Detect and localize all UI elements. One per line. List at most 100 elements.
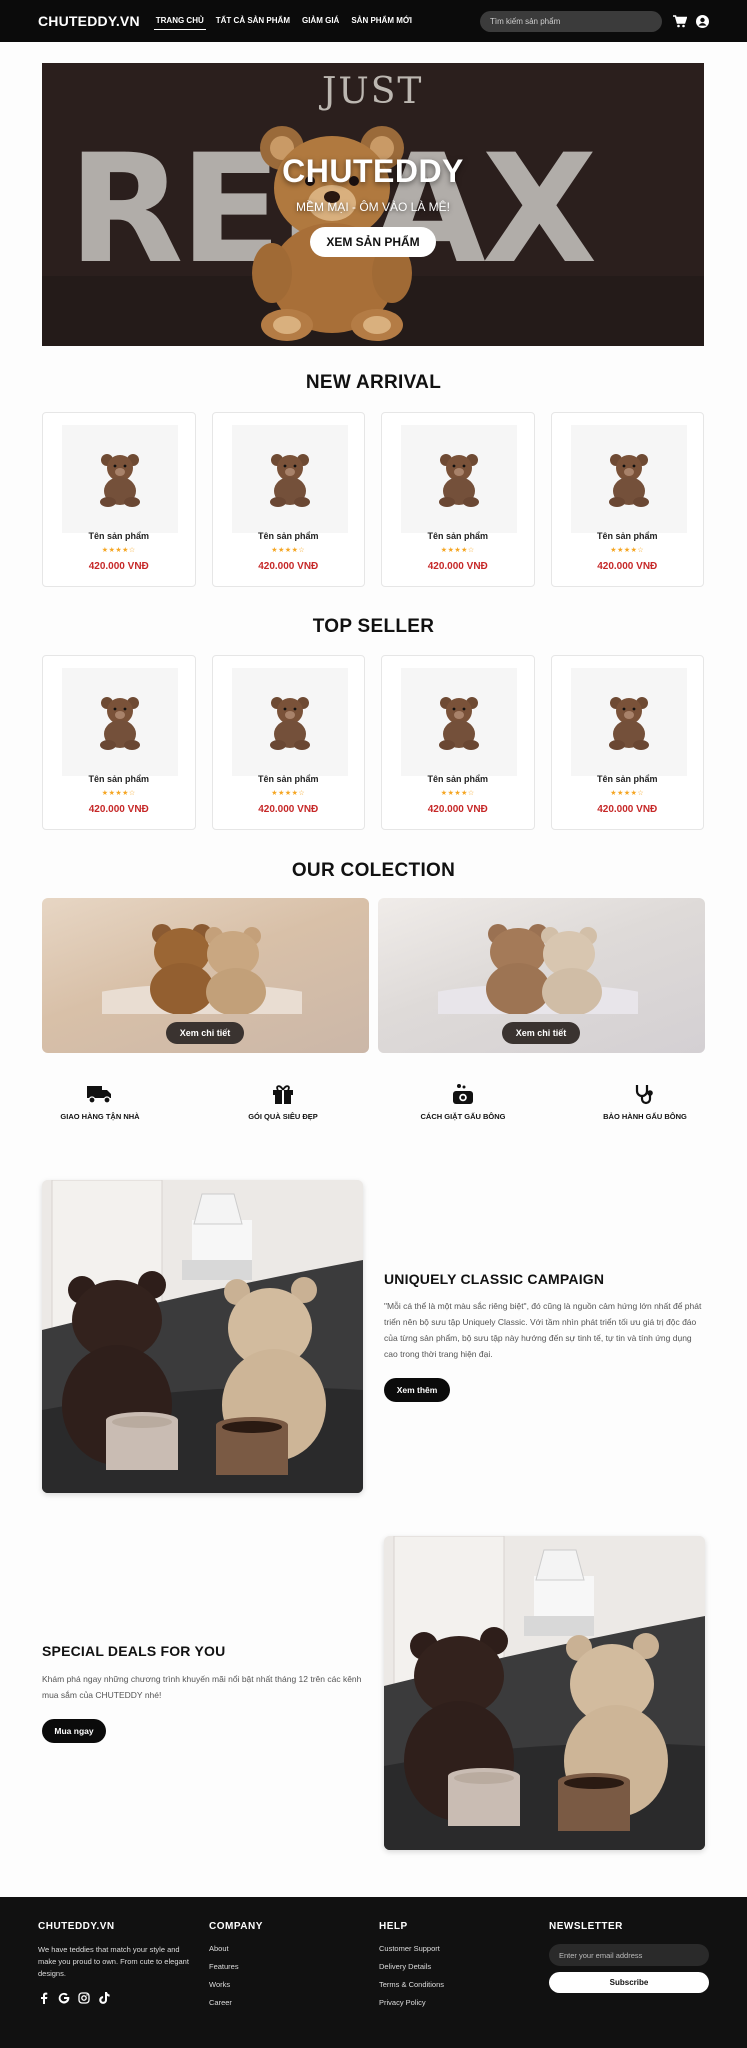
subscribe-button[interactable]: Subscribe [549, 1972, 709, 1993]
new-arrival-grid: Tên sản phẩm ★★★★☆ 420.000 VNĐ Tên sản p… [42, 412, 704, 587]
nav-all-products[interactable]: TẤT CẢ SẢN PHẨM [214, 12, 292, 30]
product-image[interactable] [401, 425, 517, 533]
tiktok-icon[interactable] [98, 1992, 110, 2004]
nav-sale[interactable]: GIẢM GIÁ [300, 12, 341, 30]
feature-gift: GÓI QUÀ SIÊU ĐẸP [228, 1082, 338, 1122]
deals-title: SPECIAL DEALS FOR YOU [42, 1643, 226, 1659]
site-footer: CHUTEDDY.VN We have teddies that match y… [0, 1897, 747, 2048]
user-icon[interactable] [694, 13, 710, 29]
top-seller-title: TOP SELLER [312, 616, 435, 637]
product-price: 420.000 VNĐ [427, 804, 488, 815]
feature-delivery: GIAO HÀNG TẬN NHÀ [45, 1082, 155, 1122]
collection-detail-button[interactable]: Xem chi tiết [502, 1022, 580, 1044]
product-card[interactable]: Tên sản phẩm ★★★★☆ 420.000 VNĐ [42, 655, 196, 830]
stethoscope-icon [632, 1082, 658, 1106]
product-card[interactable]: Tên sản phẩm ★★★★☆ 420.000 VNĐ [42, 412, 196, 587]
search-input[interactable]: Tìm kiếm sản phẩm [480, 11, 662, 32]
product-image[interactable] [570, 668, 687, 776]
footer-description: We have teddies that match your style an… [38, 1945, 189, 1978]
product-rating: ★★★★☆ [101, 790, 136, 797]
cart-icon[interactable] [672, 13, 688, 29]
product-rating: ★★★★☆ [610, 790, 645, 797]
page: CHUTEDDY.VN TRANG CHỦ TẤT CẢ SẢN PHẨM GI… [0, 0, 747, 2048]
footer-link-support[interactable]: Customer Support [379, 1944, 444, 1953]
footer-logo[interactable]: CHUTEDDY.VN [38, 1921, 198, 1932]
feature-warranty: BẢO HÀNH GẤU BÔNG [590, 1082, 700, 1122]
hero-teddy-image [252, 126, 412, 341]
product-rating: ★★★★☆ [271, 547, 306, 554]
product-name[interactable]: Tên sản phẩm [43, 531, 195, 541]
footer-link-about[interactable]: About [209, 1944, 263, 1953]
newsletter-placeholder: Enter your email address [559, 1950, 643, 1960]
footer-link-features[interactable]: Features [209, 1962, 263, 1971]
site-logo[interactable]: CHUTEDDY.VN [38, 13, 140, 29]
product-image[interactable] [231, 425, 348, 533]
main-nav: TRANG CHỦ TẤT CẢ SẢN PHẨM GIẢM GIÁ SẢN P… [153, 12, 414, 30]
feature-label: GIAO HÀNG TẬN NHÀ [60, 1112, 140, 1121]
hero-cta-button[interactable]: XEM SẢN PHẨM [310, 227, 436, 257]
feature-label: CÁCH GIẶT GẤU BÔNG [420, 1112, 506, 1121]
deals-shop-button[interactable]: Mua ngay [42, 1719, 106, 1743]
collection-image [102, 924, 302, 1014]
social-links [38, 1992, 198, 2004]
facebook-icon[interactable] [38, 1992, 50, 2004]
new-arrival-title: NEW ARRIVAL [305, 372, 442, 393]
campaign-title: UNIQUELY CLASSIC CAMPAIGN [384, 1271, 605, 1287]
product-price: 420.000 VNĐ [258, 804, 319, 815]
product-image[interactable] [231, 668, 348, 776]
nav-home[interactable]: TRANG CHỦ [153, 12, 206, 30]
product-name[interactable]: Tên sản phẩm [552, 531, 704, 541]
footer-link-terms[interactable]: Terms & Conditions [379, 1980, 444, 1989]
top-navbar: CHUTEDDY.VN TRANG CHỦ TẤT CẢ SẢN PHẨM GI… [0, 0, 747, 42]
product-price: 420.000 VNĐ [88, 561, 149, 572]
product-image[interactable] [570, 425, 687, 533]
instagram-icon[interactable] [78, 1992, 90, 2004]
product-price: 420.000 VNĐ [427, 561, 488, 572]
product-name[interactable]: Tên sản phẩm [43, 774, 195, 784]
collection-card[interactable]: Xem chi tiết [378, 898, 705, 1053]
product-card[interactable]: Tên sản phẩm ★★★★☆ 420.000 VNĐ [381, 655, 535, 830]
deals-body: Khám phá ngay những chương trình khuyến … [42, 1674, 362, 1700]
truck-icon [87, 1082, 113, 1106]
product-image[interactable] [401, 668, 517, 776]
product-price: 420.000 VNĐ [258, 561, 319, 572]
product-price: 420.000 VNĐ [597, 804, 658, 815]
footer-newsletter-title: NEWSLETTER [549, 1921, 623, 1932]
product-rating: ★★★★☆ [271, 790, 306, 797]
feature-label: BẢO HÀNH GẤU BÔNG [603, 1112, 687, 1121]
product-name[interactable]: Tên sản phẩm [213, 774, 365, 784]
feature-washing: CÁCH GIẶT GẤU BÔNG [408, 1082, 518, 1122]
nav-new-products[interactable]: SẢN PHẨM MỚI [349, 12, 414, 30]
footer-link-delivery[interactable]: Delivery Details [379, 1962, 444, 1971]
product-name[interactable]: Tên sản phẩm [552, 774, 704, 784]
product-card[interactable]: Tên sản phẩm ★★★★☆ 420.000 VNĐ [381, 412, 535, 587]
footer-company-title: COMPANY [209, 1921, 263, 1932]
product-card[interactable]: Tên sản phẩm ★★★★☆ 420.000 VNĐ [550, 655, 704, 830]
campaign-image [42, 1180, 363, 1493]
product-name[interactable]: Tên sản phẩm [213, 531, 365, 541]
footer-help-title: HELP [379, 1921, 408, 1932]
footer-link-works[interactable]: Works [209, 1980, 263, 1989]
product-name[interactable]: Tên sản phẩm [382, 531, 534, 541]
top-seller-grid: Tên sản phẩm ★★★★☆ 420.000 VNĐ Tên sản p… [42, 655, 704, 830]
newsletter-email-input[interactable]: Enter your email address [549, 1944, 709, 1966]
product-image[interactable] [62, 425, 178, 533]
hero-subtitle: MỀM MẠI - ÔM VÀO LÀ MÊ! [295, 200, 450, 214]
collection-detail-button[interactable]: Xem chi tiết [166, 1022, 244, 1044]
google-icon[interactable] [58, 1992, 70, 2004]
collection-image [438, 924, 638, 1014]
collection-card[interactable]: Xem chi tiết [42, 898, 369, 1053]
campaign-more-button[interactable]: Xem thêm [384, 1378, 450, 1402]
search-placeholder: Tìm kiếm sản phẩm [490, 17, 561, 26]
product-card[interactable]: Tên sản phẩm ★★★★☆ 420.000 VNĐ [211, 655, 365, 830]
product-image[interactable] [62, 668, 178, 776]
footer-link-career[interactable]: Career [209, 1998, 263, 2007]
product-card[interactable]: Tên sản phẩm ★★★★☆ 420.000 VNĐ [211, 412, 365, 587]
hero-title: CHUTEDDY [282, 153, 464, 189]
product-name[interactable]: Tên sản phẩm [382, 774, 534, 784]
washer-icon [450, 1082, 476, 1106]
product-price: 420.000 VNĐ [88, 804, 149, 815]
product-card[interactable]: Tên sản phẩm ★★★★☆ 420.000 VNĐ [550, 412, 704, 587]
footer-link-privacy[interactable]: Privacy Policy [379, 1998, 444, 2007]
footer-brand: CHUTEDDY.VN We have teddies that match y… [38, 1921, 198, 2004]
